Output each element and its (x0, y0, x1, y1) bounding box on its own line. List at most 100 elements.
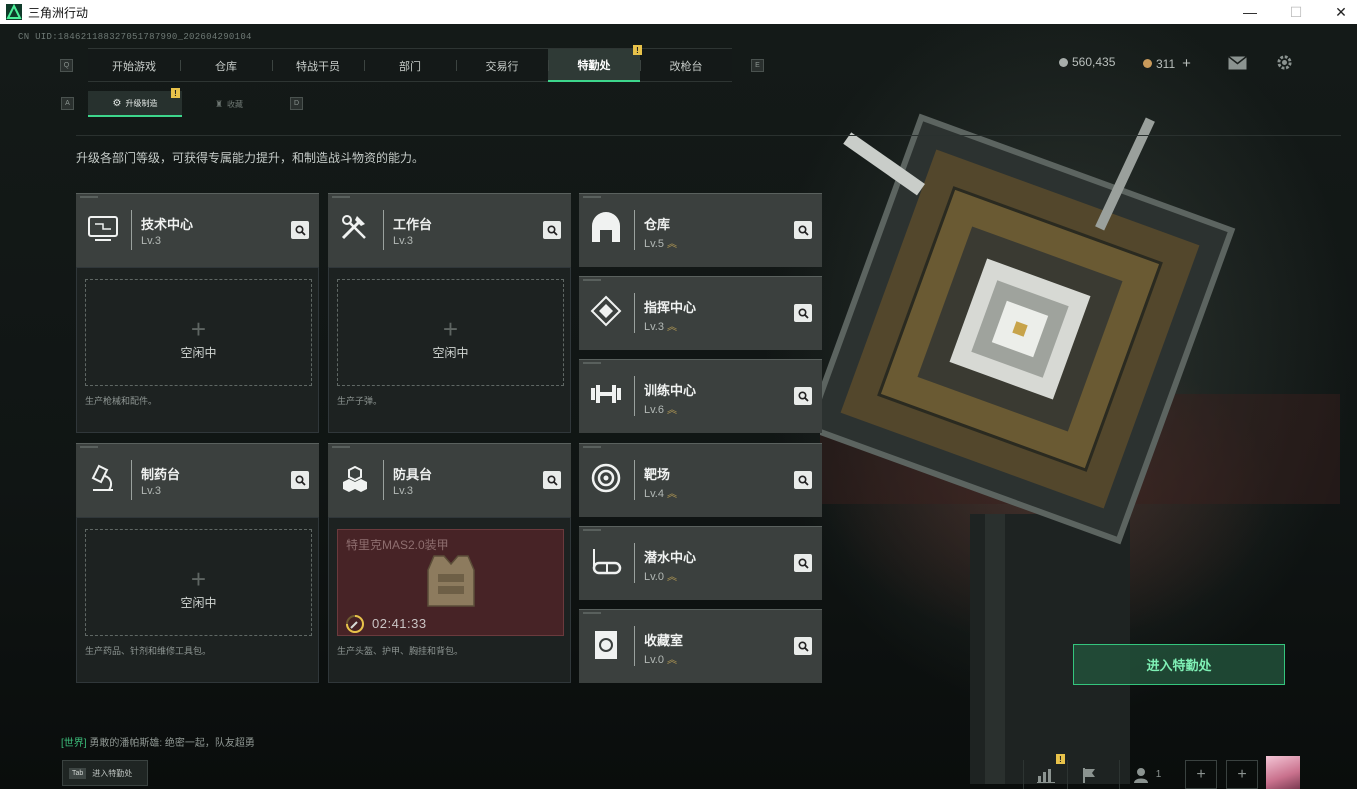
upgrade-arrow-icon: ︽ (666, 405, 677, 416)
flag-icon[interactable] (1067, 760, 1111, 789)
department-name: 靶场 (644, 467, 671, 482)
silver-currency: 560,435 (1059, 55, 1115, 69)
department-level: Lv.3 ︽ (644, 321, 677, 333)
mail-icon[interactable] (1228, 56, 1247, 70)
search-icon[interactable] (794, 304, 812, 322)
trophy-icon: ♜ (214, 98, 224, 109)
department-card-tech-center[interactable]: 技术中心 Lv.3 (76, 193, 319, 267)
nav-next-key-hint: E (751, 59, 764, 72)
subnav-prev-key-hint: A (61, 97, 74, 110)
app-logo-icon (6, 4, 22, 20)
gear-icon: ⚙ (112, 97, 122, 109)
tools-icon (341, 215, 366, 240)
department-card-workbench[interactable]: 工作台 Lv.3 (328, 193, 571, 267)
search-icon[interactable] (291, 471, 309, 489)
tab-operators[interactable]: 特战干员 (272, 49, 364, 82)
command-icon (590, 295, 622, 327)
maximize-button[interactable]: ☐ (1273, 0, 1319, 24)
production-slot-armor-bench: 特里克MAS2.0装甲 02:41:33 生产头盔、护甲、胸挂和背包。 (328, 517, 571, 683)
search-icon[interactable] (794, 387, 812, 405)
add-slot-button-2[interactable]: + (1226, 760, 1258, 789)
department-card-command-center[interactable]: 指挥中心 Lv.3 ︽ (579, 276, 822, 350)
chat-channel: [世界] (61, 738, 87, 749)
silver-coin-icon (1059, 57, 1068, 67)
subtab-collection[interactable]: ♜ 收藏 (182, 91, 276, 117)
department-level: Lv.3 (141, 235, 161, 247)
search-icon[interactable] (543, 221, 561, 239)
empty-slot[interactable]: + 空闲中 (85, 279, 312, 386)
department-card-diving-center[interactable]: 潜水中心 Lv.0 ︽ (579, 526, 822, 600)
slot-status: 空闲中 (180, 346, 217, 360)
department-card-warehouse[interactable]: 仓库 Lv.5 ︽ (579, 193, 822, 267)
production-slot-workbench: + 空闲中 生产子弹。 (328, 267, 571, 433)
minimize-button[interactable]: — (1227, 0, 1273, 24)
upgrade-arrow-icon: ︽ (666, 655, 677, 666)
search-icon[interactable] (794, 471, 812, 489)
add-gold-button[interactable]: + (1182, 55, 1191, 72)
add-slot-button-1[interactable]: + (1185, 760, 1217, 789)
stats-chart-icon[interactable] (1023, 760, 1067, 789)
chat-message: 勇敢的潘帕斯雄: 绝密一起，队友超勇 (89, 738, 255, 749)
tab-departments[interactable]: 部门 (364, 49, 456, 82)
gold-amount: 311 (1156, 56, 1176, 71)
game-viewport: CN UID:184621188327051787990_20260429010… (0, 24, 1357, 789)
search-icon[interactable] (291, 221, 309, 239)
department-name: 指挥中心 (644, 300, 697, 315)
department-card-pharmacy[interactable]: 制药台 Lv.3 (76, 443, 319, 517)
tab-hint-label: 进入特勤处 (92, 768, 133, 778)
department-level: Lv.0 ︽ (644, 654, 677, 666)
warehouse-icon (592, 212, 620, 242)
friends-button[interactable]: 1 (1119, 760, 1175, 789)
tab-special-ops-badge: ! (633, 45, 642, 55)
window-titlebar: 三角洲行动 — ☐ ✕ (0, 0, 1357, 24)
department-name: 训练中心 (644, 383, 697, 398)
production-slot-pharmacy: + 空闲中 生产药品、针剂和维修工具包。 (76, 517, 319, 683)
chat-line[interactable]: [世界] 勇敢的潘帕斯雄: 绝密一起，队友超勇 (61, 734, 255, 749)
close-button[interactable]: ✕ (1318, 0, 1357, 24)
enter-special-ops-tab-hint[interactable]: Tab 进入特勤处 (62, 760, 148, 786)
window-title: 三角洲行动 (28, 5, 89, 20)
page-description: 升级各部门等级，可获得专属能力提升，和制造战斗物资的能力。 (76, 151, 425, 165)
target-icon (591, 463, 621, 493)
search-icon[interactable] (794, 637, 812, 655)
diving-mask-icon (592, 549, 622, 575)
subtab-upgrade-badge: ! (171, 88, 180, 98)
plus-icon: + (190, 564, 207, 594)
upgrade-arrow-icon: ︽ (666, 572, 677, 583)
tab-start-game[interactable]: 开始游戏 (88, 49, 180, 82)
empty-slot[interactable]: + 空闲中 (337, 279, 564, 386)
department-name: 防具台 (393, 467, 433, 482)
stats-badge: ! (1056, 754, 1065, 764)
empty-slot[interactable]: + 空闲中 (85, 529, 312, 636)
friends-icon (1133, 767, 1148, 783)
tab-special-ops[interactable]: 特勤处 (548, 49, 640, 82)
search-icon[interactable] (543, 471, 561, 489)
search-icon[interactable] (794, 554, 812, 572)
department-card-training-center[interactable]: 训练中心 Lv.6 ︽ (579, 359, 822, 433)
active-production[interactable]: 特里克MAS2.0装甲 02:41:33 (337, 529, 564, 636)
production-timer: 02:41:33 (372, 616, 427, 631)
department-name: 收藏室 (644, 633, 684, 648)
department-name: 制药台 (141, 467, 181, 482)
search-icon[interactable] (794, 221, 812, 239)
settings-gear-icon[interactable] (1276, 54, 1293, 71)
department-level: Lv.0 ︽ (644, 571, 677, 583)
tab-gunsmith[interactable]: 改枪台 (640, 49, 732, 82)
computer-icon (88, 216, 118, 241)
player-uid: CN UID:184621188327051787990_20260429010… (18, 32, 252, 42)
department-name: 技术中心 (141, 217, 194, 232)
department-card-armor-bench[interactable]: 防具台 Lv.3 (328, 443, 571, 517)
slot-status: 空闲中 (432, 346, 469, 360)
department-card-collection-room[interactable]: 收藏室 Lv.0 ︽ (579, 609, 822, 683)
slot-status: 空闲中 (180, 596, 217, 610)
department-level: Lv.3 (393, 235, 413, 247)
tab-trading[interactable]: 交易行 (456, 49, 548, 82)
tab-warehouse[interactable]: 仓库 (180, 49, 272, 82)
department-card-shooting-range[interactable]: 靶场 Lv.4 ︽ (579, 443, 822, 517)
enter-special-ops-button[interactable]: 进入特勤处 (1073, 644, 1285, 685)
plus-icon: + (190, 314, 207, 344)
sub-nav: ⚙ 升级制造 ♜ 收藏 (88, 91, 276, 117)
subtab-upgrade-craft[interactable]: ⚙ 升级制造 (88, 91, 182, 117)
avatar[interactable] (1266, 756, 1300, 789)
slot-note: 生产枪械和配件。 (85, 396, 158, 406)
